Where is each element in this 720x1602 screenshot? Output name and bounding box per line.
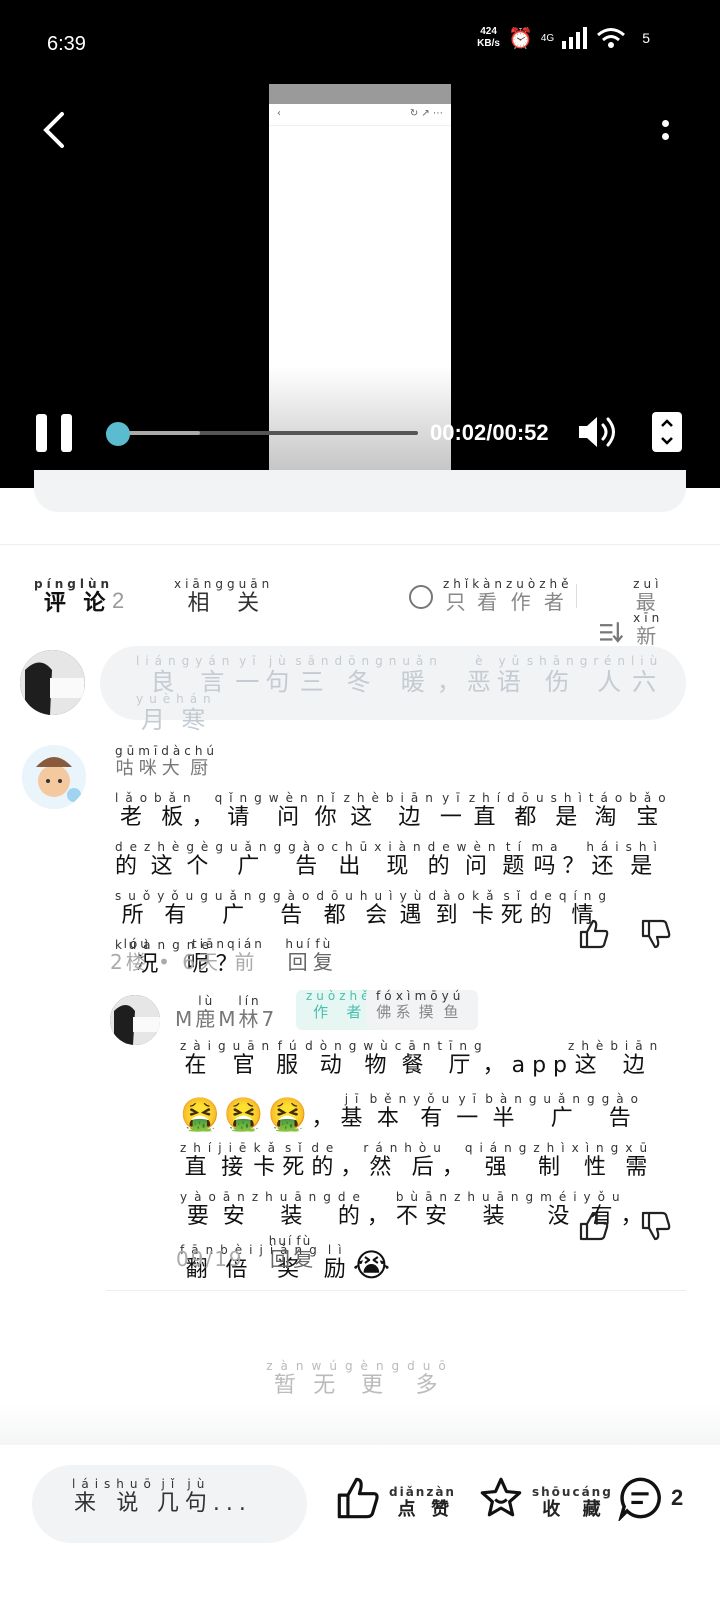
comment-input-placeholder: 良liáng言yán一yī句jù三sān冬dōng暖nuǎn，恶è语yǔ伤shā… [136, 654, 664, 734]
like-button[interactable]: 点diǎn赞zàn [335, 1475, 456, 1521]
tab-related[interactable]: 相xiāng关guān [174, 577, 274, 617]
status-icons: 424 KB/s ⏰ 4G 5 [477, 26, 650, 50]
previous-card-edge [34, 470, 686, 512]
favorite-label: 收shōu藏cáng [532, 1485, 613, 1520]
thumbs-up-icon[interactable] [578, 1210, 610, 1242]
bottom-input-placeholder: 来lái说shuō几jǐ句jù [72, 1477, 213, 1516]
like-label: 点diǎn赞zàn [389, 1485, 456, 1520]
bottom-input-ellipsis: ... [212, 1491, 252, 1516]
volume-icon[interactable] [577, 412, 621, 452]
net-speed: 424 KB/s [477, 26, 500, 50]
comment-tabs: 评píng论lùn 2 相xiāng关guān 只zhǐ看kàn作zuò者zhě… [34, 577, 686, 648]
thumbs-down-icon[interactable] [640, 1210, 672, 1242]
tab-comments-count: 2 [112, 588, 125, 613]
back-icon[interactable] [40, 110, 70, 150]
pause-icon[interactable] [36, 414, 72, 452]
tab-separator [576, 584, 577, 608]
status-time: 6:39 [47, 33, 86, 55]
thumbs-down-icon[interactable] [640, 918, 672, 950]
video-frame-navbar: ‹ ↻ ↗ ⋯ [269, 104, 451, 126]
favorite-button[interactable]: 收shōu藏cáng [478, 1475, 613, 1521]
bottom-comment-input[interactable]: 来lái说shuō几jǐ句jù... [32, 1465, 307, 1543]
reply-username[interactable]: M鹿lùM林lín7 [175, 994, 278, 1032]
commenter-avatar[interactable] [22, 745, 86, 809]
comment-floor-word: 楼lóu [123, 937, 151, 974]
bottom-action-bar: 来lái说shuō几jǐ句jù... 点diǎn赞zàn 收shōu藏cáng … [0, 1445, 720, 1602]
star-icon [480, 1477, 522, 1517]
only-author-toggle[interactable]: 只zhǐ看kàn作zuò者zhě [409, 577, 573, 615]
battery-level: 5 [642, 30, 650, 46]
commenter-name[interactable]: 咕gū咪mī大dà厨chú [115, 744, 219, 780]
section-divider [0, 544, 720, 545]
progress-bar[interactable] [106, 431, 418, 435]
status-badge: 佛fó系xì摸mō鱼yú [366, 989, 478, 1030]
only-author-label: 只zhǐ看kàn作zuò者zhě [443, 577, 573, 614]
comment-days-word: 天tiān前qián [191, 937, 265, 974]
reply-button[interactable]: 回huí复fù [285, 937, 336, 974]
reply-date: 09/19 [176, 1247, 244, 1271]
wifi-icon [597, 28, 626, 48]
fullscreen-icon[interactable] [652, 412, 682, 452]
comments-button[interactable]: 2 [617, 1475, 685, 1521]
bottom-fade [0, 1405, 720, 1445]
status-bar: 6:39 424 KB/s ⏰ 4G 5 [0, 0, 720, 84]
status-badge-text: 佛fó系xì摸mō鱼yú [376, 989, 465, 1021]
tab-related-label: 相xiāng关guān [174, 577, 274, 616]
circle-icon [409, 585, 433, 609]
sort-newest-label: 最zuì新xīn [633, 577, 664, 648]
no-more-label: 暂zàn无wú更gèng多duō [0, 1359, 720, 1399]
net-speed-unit: KB/s [477, 38, 500, 49]
video-time: 00:02/00:52 [430, 420, 549, 445]
video-frame: ‹ ↻ ↗ ⋯ [269, 84, 451, 488]
thumbs-up-icon [337, 1477, 379, 1519]
video-player[interactable]: ‹ ↻ ↗ ⋯ 00:02/00:52 [0, 84, 720, 488]
alarm-icon: ⏰ [507, 26, 533, 50]
more-icon[interactable] [660, 120, 670, 144]
thumbs-up-icon[interactable] [578, 918, 610, 950]
meta-dot: • [158, 950, 183, 974]
sort-newest-button[interactable]: 最zuì新xīn [600, 577, 686, 649]
progress-thumb[interactable] [106, 422, 131, 446]
sort-icon [600, 622, 624, 643]
reply-meta: 09/19 回huí复fù [176, 1234, 315, 1272]
commenter-name-text: 咕gū咪mī大dà厨chú [115, 744, 219, 779]
comment-input[interactable]: 良liáng言yán一yī句jù三sān冬dōng暖nuǎn，恶è语yǔ伤shā… [100, 646, 686, 734]
no-more-text: 暂zàn无wú更gèng多duō [266, 1359, 454, 1398]
my-avatar[interactable] [20, 650, 85, 715]
reply-avatar[interactable] [110, 995, 160, 1045]
comment-count: 2 [671, 1485, 686, 1510]
comment-bubble-icon [618, 1477, 661, 1521]
reply-divider [106, 1290, 686, 1291]
tab-comments[interactable]: 评píng论lùn [34, 577, 114, 620]
net-speed-value: 424 [480, 26, 497, 37]
reply-username-text: M鹿lùM林lín7 [175, 994, 278, 1031]
author-badge-text: 作zuò者zhě [306, 989, 373, 1021]
tab-comments-label: 评píng论lùn [34, 577, 114, 616]
video-frame-statusbar [269, 84, 451, 104]
reply-reply-button[interactable]: 回huí复fù [269, 1234, 315, 1271]
comment-meta: 2楼lóu • 6天tiān前qián 回huí复fù [110, 937, 336, 975]
network-label: 4G [540, 32, 555, 44]
signal-icon [562, 27, 588, 49]
